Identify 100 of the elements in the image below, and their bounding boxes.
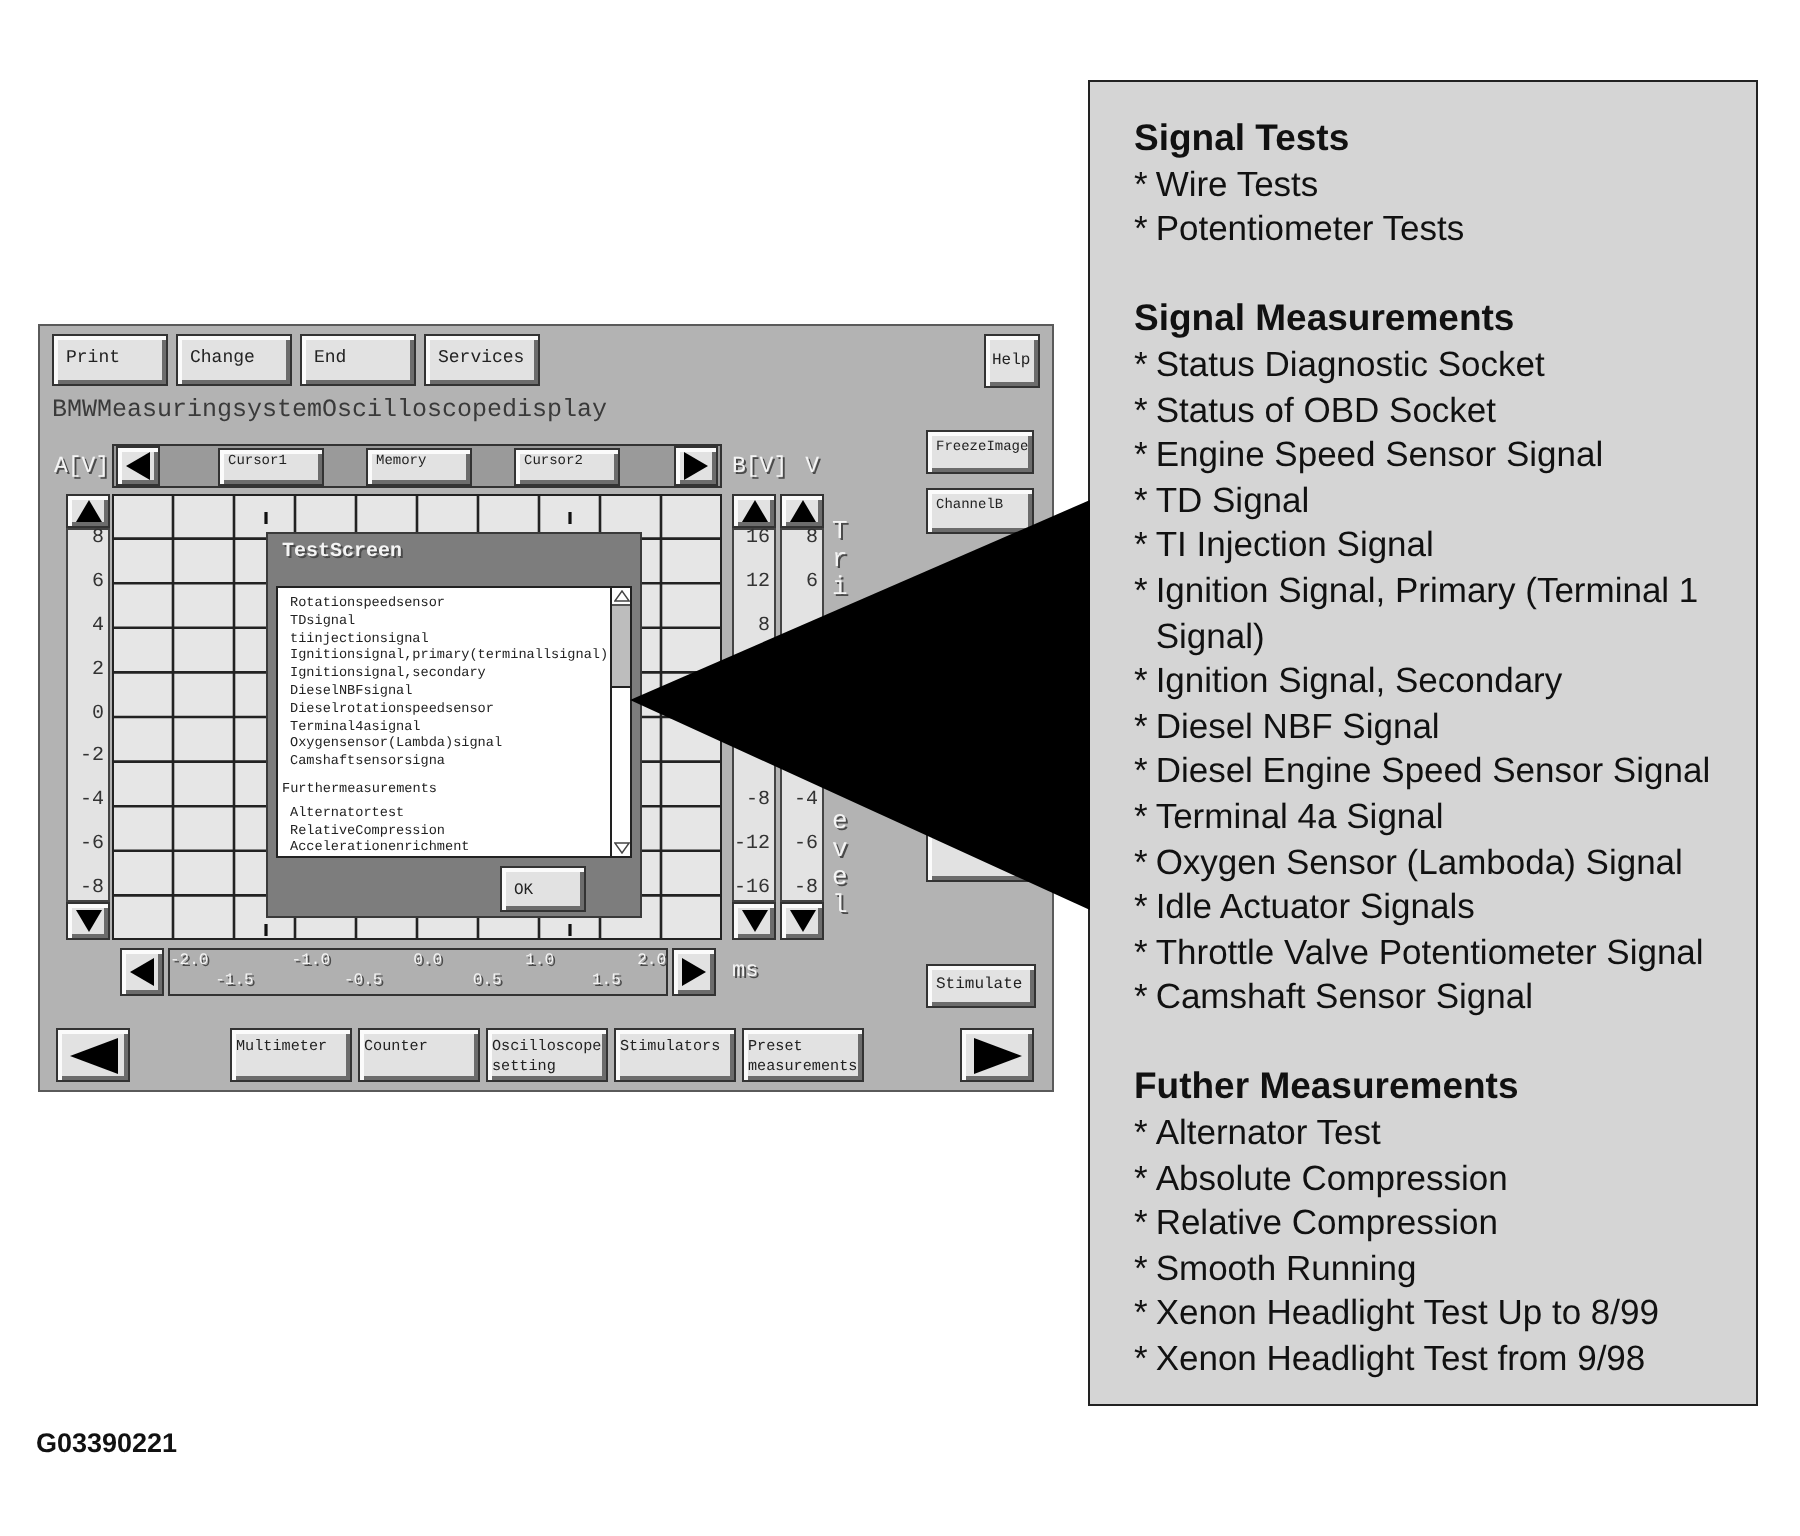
- scale-up-button[interactable]: [780, 494, 824, 528]
- axis-label: 1.0: [525, 952, 554, 972]
- scrollbar[interactable]: [610, 588, 630, 856]
- bullet: *: [1134, 477, 1148, 523]
- channel-label: V: [805, 453, 820, 479]
- screen-title: BMWMeasuringsystemOscilloscopedisplay: [52, 396, 608, 426]
- up-arrow-icon: [741, 500, 767, 522]
- scale-label: -2: [79, 748, 104, 769]
- scale-label: 2: [91, 661, 104, 682]
- scale-label: 4: [91, 617, 104, 638]
- scroll-thumb[interactable]: [612, 604, 630, 688]
- cursor-tick: [568, 512, 572, 524]
- scale-label: 6: [91, 573, 104, 594]
- dialog-title: TestScreen: [282, 542, 403, 566]
- next-button[interactable]: [960, 1028, 1034, 1082]
- bullet: *: [1134, 884, 1148, 930]
- scale-label: 8: [91, 530, 104, 550]
- bullet: *: [1134, 1110, 1148, 1156]
- bullet: *: [1134, 1200, 1148, 1246]
- note-item: TD Signal: [1155, 477, 1310, 523]
- scale-label: 0: [91, 705, 104, 725]
- note-item: Xenon Headlight Test Up to 8/99: [1155, 1290, 1659, 1337]
- note-item: Relative Compression: [1155, 1200, 1498, 1246]
- figure-code: G03390221: [36, 1428, 178, 1458]
- axis-label: -1.5: [215, 972, 254, 992]
- axis-label: 0.5: [472, 972, 502, 992]
- ok-button[interactable]: OK: [500, 866, 586, 912]
- down-arrow-icon: [741, 910, 767, 932]
- bullet: *: [1134, 387, 1148, 433]
- scale-label: -4: [79, 792, 104, 813]
- scale-label: -6: [79, 836, 104, 857]
- axis-label: -0.5: [343, 972, 383, 992]
- scale-label: -8: [745, 791, 770, 812]
- axis-label: 0.0: [413, 952, 442, 972]
- scroll-right-button[interactable]: [674, 446, 718, 486]
- cursor-tick: [264, 512, 268, 524]
- down-arrow-icon: [75, 910, 101, 932]
- unit-label: ms: [732, 960, 759, 984]
- scroll-up-icon: [613, 590, 629, 602]
- note-item: Camshaft Sensor Signal: [1155, 974, 1534, 1020]
- left-arrow-icon: [126, 452, 150, 480]
- bullet: *: [1134, 341, 1148, 388]
- bullet: *: [1134, 974, 1148, 1020]
- bullet: *: [1134, 793, 1148, 839]
- note-item: Potentiometer Tests: [1155, 206, 1465, 252]
- note-item: Smooth Running: [1155, 1245, 1417, 1291]
- note-item: Diesel NBF Signal: [1155, 703, 1440, 749]
- cursor-tick: [264, 924, 268, 936]
- scale-down-button[interactable]: [732, 902, 776, 940]
- note-item: Status of OBD Socket: [1155, 387, 1497, 433]
- scale-label: -16: [733, 880, 770, 900]
- scale-label: -4: [793, 791, 818, 812]
- help-button[interactable]: Help: [984, 334, 1040, 388]
- scale-label: 16: [745, 530, 770, 550]
- scale-label: 6: [805, 574, 818, 595]
- bullet: *: [1134, 567, 1148, 614]
- bullet: *: [1134, 161, 1148, 207]
- section-heading: Signal Measurements: [1134, 296, 1515, 342]
- menu-button[interactable]: End: [300, 334, 416, 386]
- bullet: *: [1134, 206, 1148, 252]
- scale-label: 8: [757, 618, 770, 639]
- section-heading: Signal Tests: [1134, 116, 1350, 162]
- bullet: *: [1134, 1245, 1148, 1291]
- bullet: *: [1134, 929, 1148, 975]
- down-arrow-icon: [789, 910, 815, 932]
- stimulate-button[interactable]: Stimulate: [926, 964, 1036, 1008]
- bullet: *: [1134, 1155, 1148, 1201]
- axis-label: -2.0: [170, 952, 209, 972]
- menu-button[interactable]: Services: [424, 334, 540, 386]
- previous-button[interactable]: [56, 1028, 130, 1082]
- bullet: *: [1134, 432, 1148, 478]
- scroll-left-button[interactable]: [116, 446, 160, 486]
- note-item: Absolute Compression: [1155, 1155, 1508, 1201]
- menu-button[interactable]: Change: [176, 334, 292, 386]
- scale-up-button[interactable]: [732, 494, 776, 528]
- scroll-left-button[interactable]: [120, 948, 164, 996]
- note-item: Oxygen Sensor (Lamboda) Signal: [1155, 839, 1683, 885]
- note-item: Ignition Signal, Primary (Terminal 1 Signal): [1155, 567, 1701, 659]
- bullet: *: [1134, 703, 1148, 749]
- note-item: Engine Speed Sensor Signal: [1155, 432, 1604, 478]
- scroll-down-icon: [613, 842, 629, 854]
- bullet: *: [1134, 1290, 1148, 1337]
- scale-label: 8: [805, 530, 818, 550]
- bullet: *: [1134, 1336, 1148, 1382]
- axis-label: 2.0: [637, 952, 666, 972]
- right-arrow-icon: [973, 1037, 1021, 1073]
- bullet: *: [1134, 748, 1148, 794]
- bullet: *: [1134, 839, 1148, 885]
- left-arrow-icon: [69, 1037, 117, 1073]
- scale-down-button[interactable]: [780, 902, 824, 940]
- note-item: Idle Actuator Signals: [1155, 884, 1475, 930]
- scale-label: -8: [793, 880, 818, 900]
- scale-down-button[interactable]: [66, 902, 110, 940]
- channel-label: A[V]: [54, 453, 110, 479]
- left-arrow-icon: [130, 958, 154, 986]
- menu-button[interactable]: Print: [52, 334, 168, 386]
- scroll-right-button[interactable]: [672, 948, 716, 996]
- scale-up-button[interactable]: [66, 494, 110, 528]
- bullet: *: [1134, 522, 1148, 568]
- note-item: Terminal 4a Signal: [1155, 793, 1444, 839]
